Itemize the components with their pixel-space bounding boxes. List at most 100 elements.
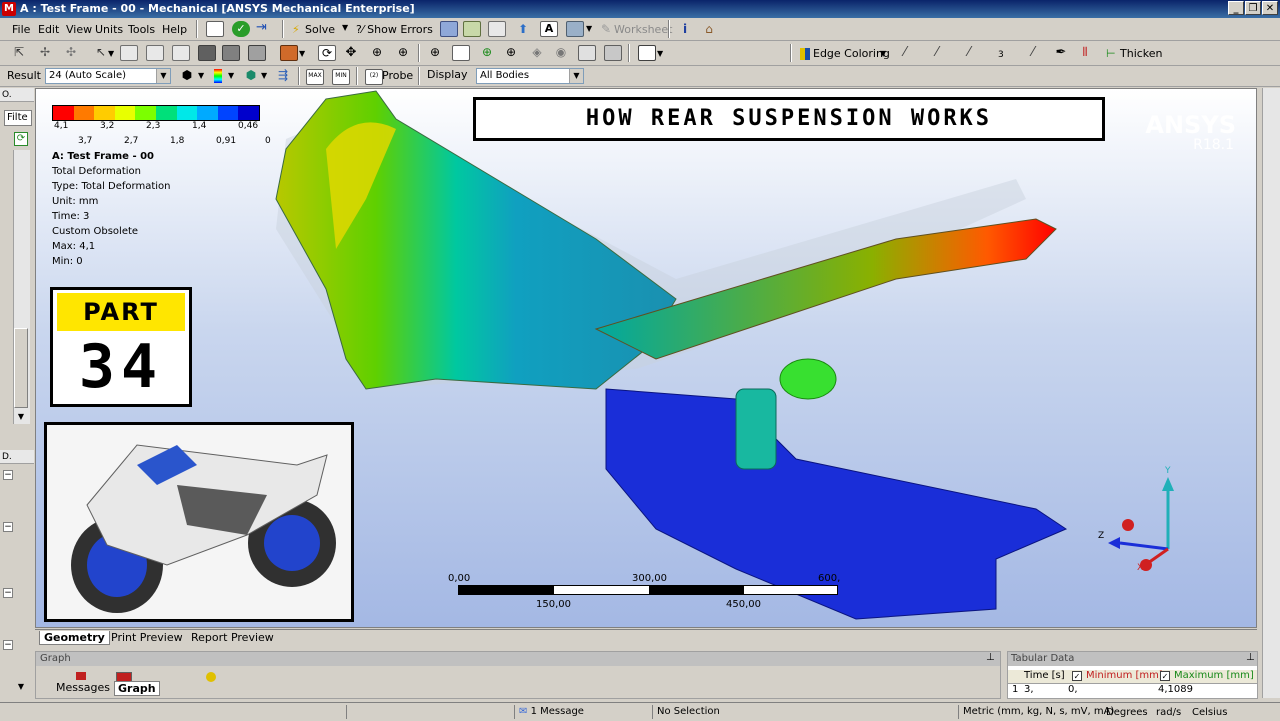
scrollbar-thumb[interactable] [14,328,28,408]
filter-input[interactable]: Filte [4,110,32,126]
mesh-edge-icon[interactable]: ⁄ [960,45,978,61]
plot-icon[interactable] [463,21,481,37]
geometry-display-icon[interactable]: ⬢ [178,68,196,84]
pin-icon[interactable]: ⊥ [986,652,995,663]
isometric-view-icon[interactable]: ◈ [528,45,546,61]
status-temperature[interactable]: Celsius [1192,707,1227,718]
edge-thickness-icon[interactable]: ⁄ [1024,45,1042,61]
viewport-layout-dropdown-icon[interactable]: ▼ [657,49,663,58]
scroll-down-icon[interactable]: ▼ [14,680,28,694]
probe-button[interactable]: Probe [382,69,413,82]
edge-display-icon[interactable]: ⁄ [896,45,914,61]
layout-icon[interactable] [440,21,458,37]
pan-icon[interactable]: ✥ [342,45,360,61]
contour-dropdown-icon[interactable]: ▼ [228,71,234,80]
chart-icon[interactable] [488,21,506,37]
solution-flow-icon[interactable]: ⇥ [256,21,274,37]
solve-dropdown-icon[interactable]: ▼ [342,23,348,32]
worksheet-button[interactable]: Worksheet [614,23,672,36]
coordinate-triad[interactable] [1096,459,1176,579]
magnifier-window-icon[interactable] [452,45,470,61]
edges-dropdown-icon[interactable]: ▼ [261,71,267,80]
right-scrollbar[interactable] [1262,88,1280,698]
image-dropdown-icon[interactable]: ▼ [586,24,592,33]
rotate-icon[interactable]: ⟳ [318,45,336,61]
selection-dropdown-icon[interactable]: ▼ [108,49,114,58]
collapse-icon[interactable]: − [3,588,13,598]
set-view-icon[interactable]: ◉ [552,45,570,61]
print-icon[interactable] [604,45,622,61]
image-icon[interactable] [566,21,584,37]
tab-print-preview[interactable]: Print Preview [111,631,183,644]
collapse-icon[interactable]: − [3,640,13,650]
vector-icon[interactable]: ⬆ [514,21,532,37]
menu-file[interactable]: File [12,23,30,36]
minimize-button[interactable]: _ [1228,1,1244,15]
menu-tools[interactable]: Tools [128,23,155,36]
maximum-checkbox[interactable]: ✓ [1160,671,1170,681]
menu-view[interactable]: View [66,23,92,36]
box-zoom-icon[interactable]: ⊕ [394,45,412,61]
previous-view-icon[interactable]: ⊕ [478,45,496,61]
record-icon[interactable] [76,672,86,680]
tab-messages[interactable]: Messages [56,681,110,694]
tab-report-preview[interactable]: Report Preview [191,631,274,644]
command-icon[interactable] [206,21,224,37]
collapse-icon[interactable]: − [3,470,13,480]
select-mode-icon[interactable]: ✢ [36,45,54,61]
min-icon[interactable]: MIN [332,69,350,85]
scroll-down-icon[interactable]: ▼ [14,410,28,424]
thicken-button[interactable]: Thicken [1120,47,1163,60]
select-box-icon[interactable]: ✣ [62,45,80,61]
next-view-icon[interactable]: ⊕ [502,45,520,61]
collapse-icon[interactable]: − [3,522,13,532]
outline-header[interactable]: O. [0,88,34,102]
edges-display-icon[interactable]: ⬢ [242,68,260,84]
zoom-icon[interactable]: ⊕ [368,45,386,61]
column-header-maximum[interactable]: Maximum [mm] [1174,670,1254,681]
show-errors-button[interactable]: ?⁄ Show Errors [356,23,433,36]
restore-button[interactable]: ❐ [1245,1,1261,15]
annotation-icon[interactable]: A [540,21,558,37]
info-cursor-icon[interactable]: i [676,21,694,37]
edge-coloring-dropdown-icon[interactable]: ▼ [880,49,886,58]
body-select-icon[interactable] [198,45,216,61]
named-selection-dropdown-icon[interactable]: ▼ [299,49,305,58]
tab-geometry[interactable]: Geometry [39,631,110,645]
status-angle[interactable]: Degrees [1106,707,1148,718]
menu-help[interactable]: Help [162,23,187,36]
tab-graph[interactable]: Graph [114,681,160,696]
viewport-layout-icon[interactable] [638,45,656,61]
node-select-icon[interactable] [248,45,266,61]
close-button[interactable]: ✕ [1262,1,1278,15]
menu-edit[interactable]: Edit [38,23,59,36]
face-select-icon[interactable] [172,45,190,61]
refresh-icon[interactable]: ⟳ [14,132,28,146]
display-select[interactable]: All Bodies ▼ [476,68,584,84]
thickness-value[interactable]: 3 [998,50,1004,60]
pointer-icon[interactable]: ⇱ [10,45,28,61]
column-header-minimum[interactable]: Minimum [mm] [1086,670,1163,681]
zoom-to-fit-icon[interactable]: ⊕ [426,45,444,61]
vertex-select-icon[interactable] [120,45,138,61]
animation-icon[interactable] [206,672,216,682]
edge-coloring-button[interactable]: Edge Coloring [813,47,890,60]
table-row[interactable]: 1 3, 0, 4,1089 [1008,684,1257,697]
thicken-shells-icon[interactable]: ⫴ [1076,45,1094,61]
check-icon[interactable]: ✓ [232,21,250,37]
edge-select-icon[interactable] [146,45,164,61]
edge-style-icon[interactable]: ⁄ [928,45,946,61]
tag-icon[interactable]: ⌂ [700,21,718,37]
status-rotation[interactable]: rad/s [1156,707,1181,718]
named-selection-icon[interactable] [280,45,298,61]
contour-icon[interactable] [214,69,222,83]
status-units[interactable]: Metric (mm, kg, N, s, mV, mA) [958,705,1114,719]
menu-units[interactable]: Units [95,23,123,36]
column-header-time[interactable]: Time [s] [1024,670,1065,681]
geometry-dropdown-icon[interactable]: ▼ [198,71,204,80]
minimum-checkbox[interactable]: ✓ [1072,671,1082,681]
solve-button[interactable]: Solve [305,23,335,36]
wireframe-icon[interactable] [578,45,596,61]
details-header[interactable]: D. [0,450,34,464]
max-icon[interactable]: MAX [306,69,324,85]
